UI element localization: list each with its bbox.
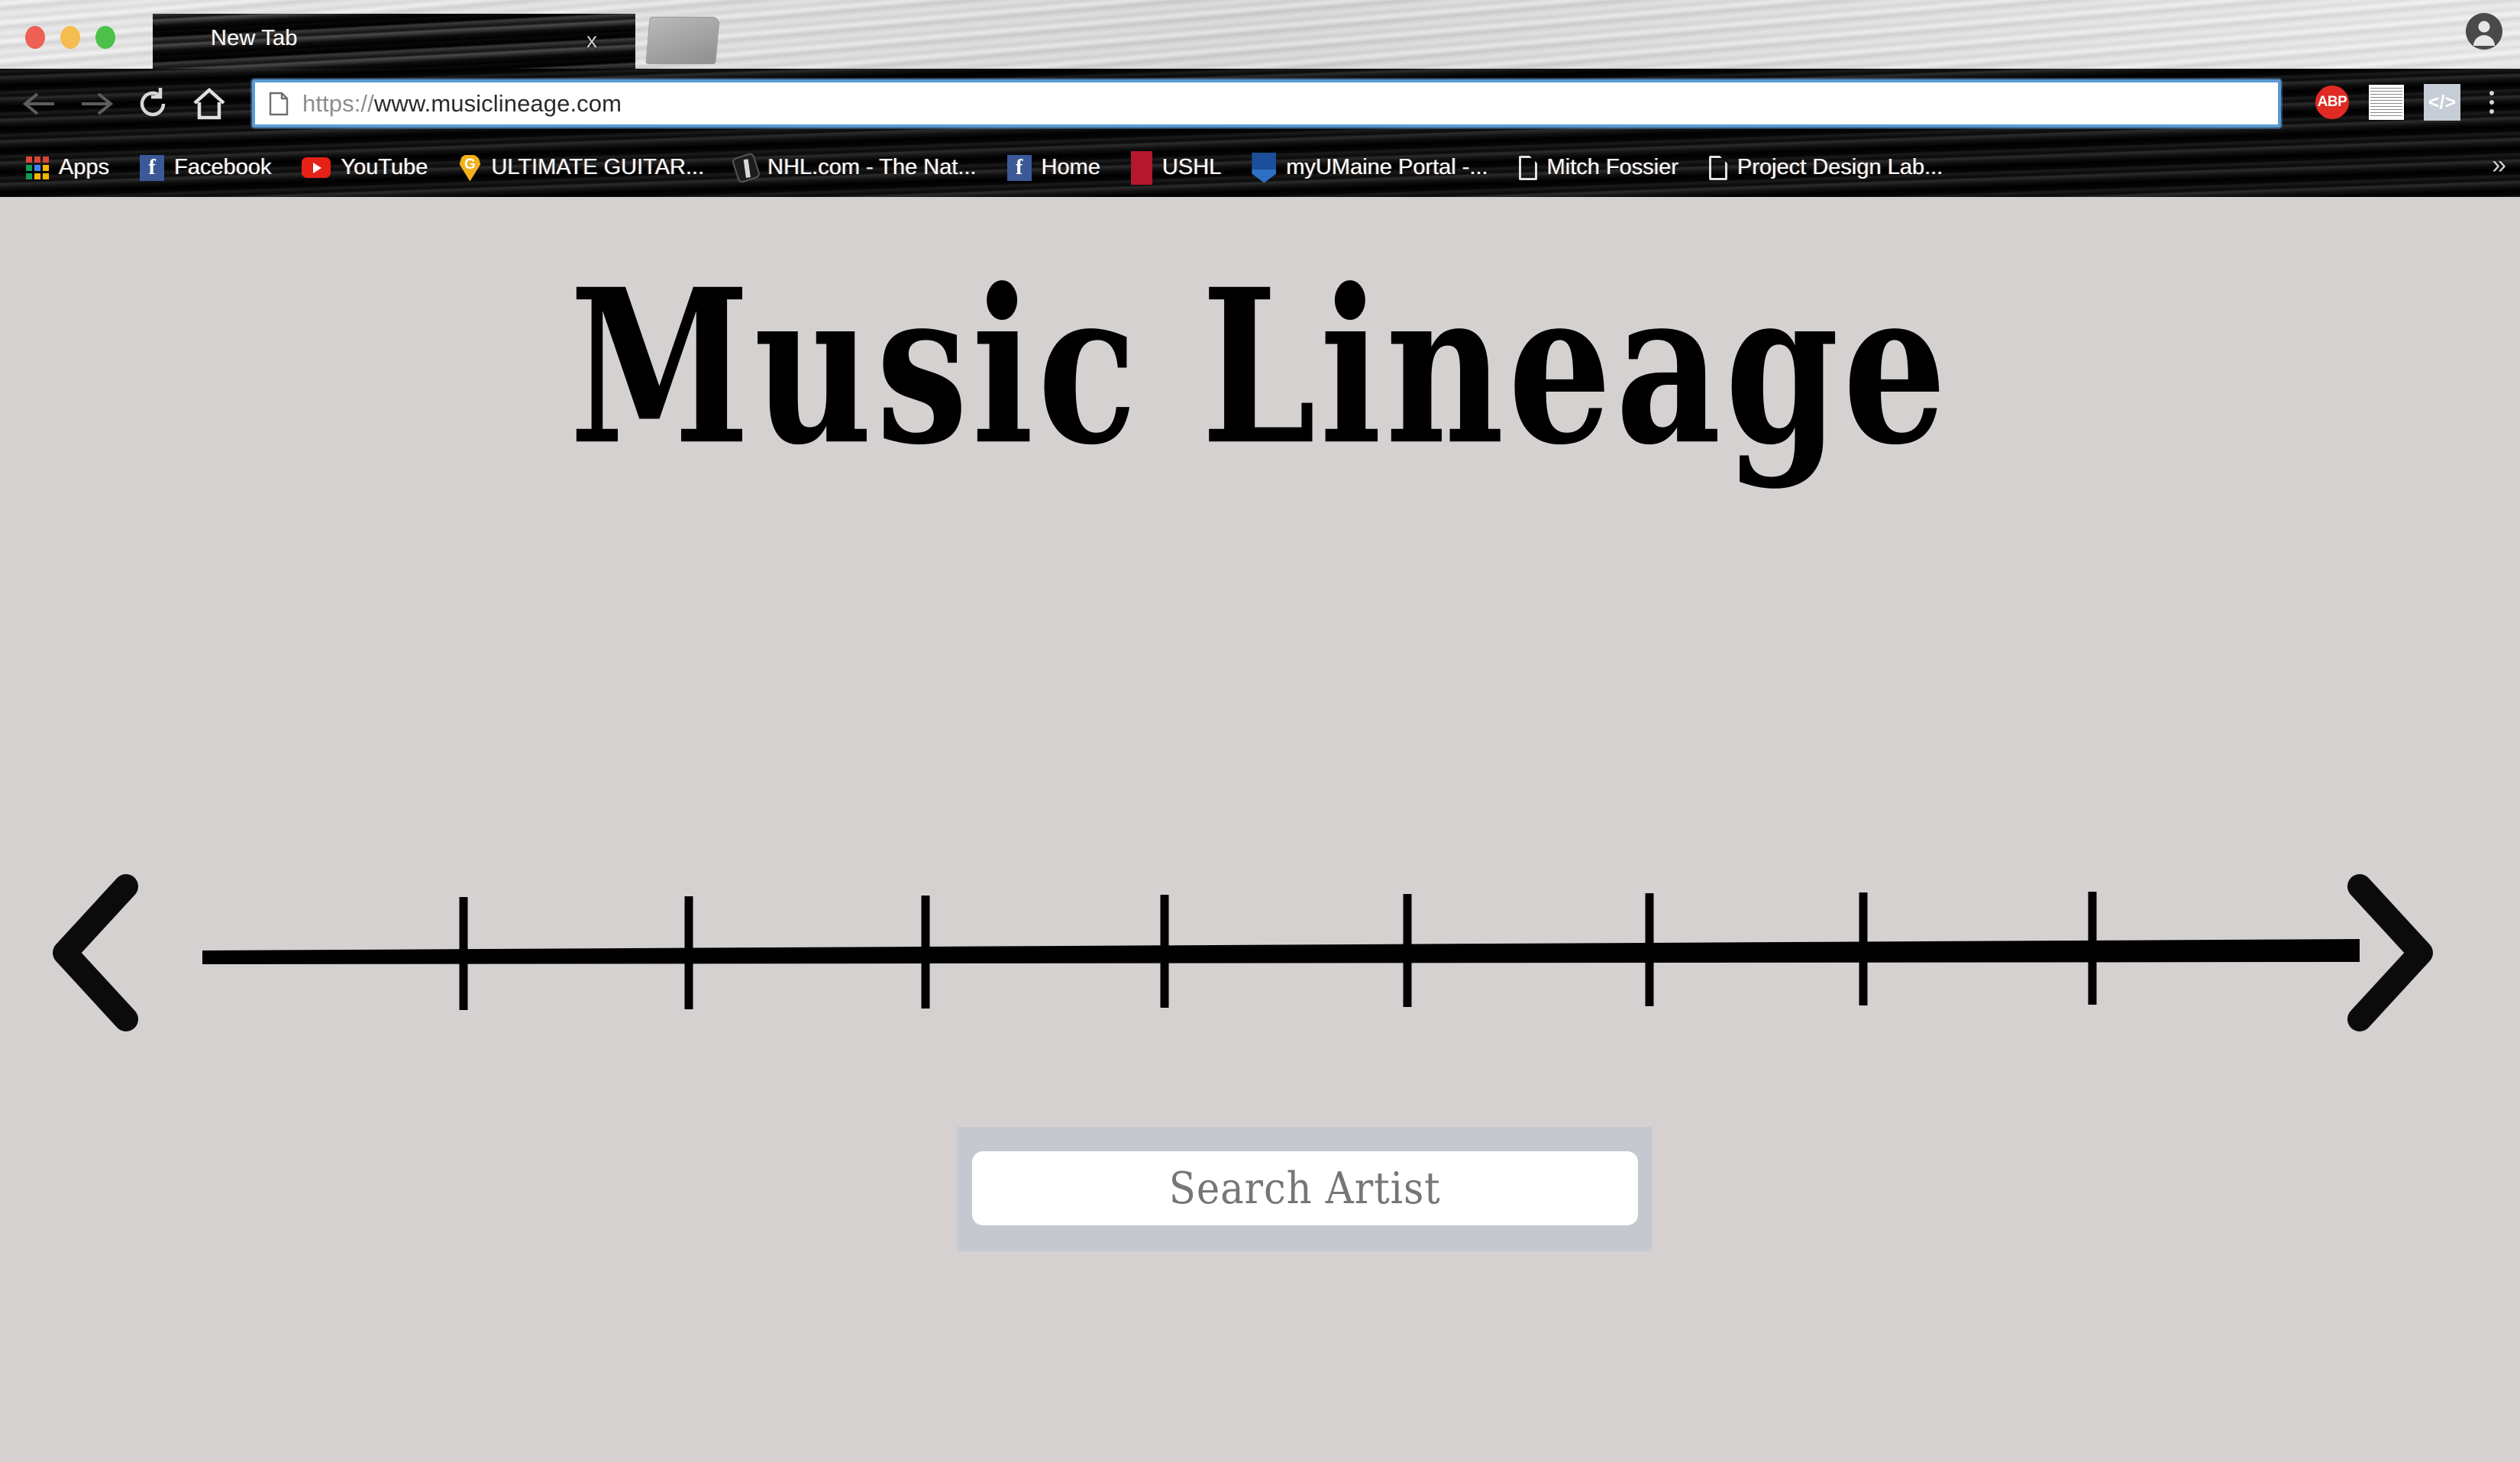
navigation-buttons xyxy=(20,86,229,122)
window-minimize-button[interactable] xyxy=(60,26,80,49)
bookmark-mitch-fossier[interactable]: Mitch Fossier xyxy=(1504,147,1694,189)
code-extension-icon[interactable]: </> xyxy=(2424,84,2460,121)
tab-close-icon[interactable]: x xyxy=(586,28,597,53)
forward-arrow-icon[interactable] xyxy=(76,86,116,122)
bookmark-ultimate-guitar[interactable]: G ULTIMATE GUITAR... xyxy=(443,147,719,189)
timeline-navigator xyxy=(0,857,2520,1056)
nhl-puck-icon xyxy=(731,151,761,184)
bookmark-ushl[interactable]: USHL xyxy=(1116,147,1236,189)
bookmark-youtube[interactable]: YouTube xyxy=(286,147,443,189)
search-input[interactable]: Search Artist xyxy=(972,1151,1638,1225)
back-arrow-icon[interactable] xyxy=(20,86,60,122)
apps-grid-icon xyxy=(26,156,49,179)
page-document-icon xyxy=(1709,155,1728,180)
bookmark-label: YouTube xyxy=(341,155,428,179)
guitar-pick-icon: G xyxy=(459,154,481,182)
browser-toolbar: https://www.musiclineage.com ABP </> xyxy=(0,69,2520,138)
url-scheme: https:// xyxy=(302,89,374,117)
address-bar[interactable]: https://www.musiclineage.com xyxy=(252,79,2281,127)
bookmark-label: Mitch Fossier xyxy=(1546,155,1679,179)
bookmark-project-design-lab[interactable]: Project Design Lab... xyxy=(1694,147,1958,189)
bookmark-label: myUMaine Portal -... xyxy=(1286,155,1488,179)
bookmark-myumaine-portal[interactable]: myUMaine Portal -... xyxy=(1236,147,1503,189)
page-document-icon xyxy=(1518,155,1537,180)
timeline-prev-icon xyxy=(53,874,138,1031)
search-placeholder: Search Artist xyxy=(1169,1163,1441,1214)
chrome-menu-icon[interactable] xyxy=(2480,91,2503,114)
umaine-shield-icon xyxy=(1252,152,1277,183)
page-title: Music Lineage xyxy=(569,243,1951,492)
tab-title: New Tab xyxy=(211,26,298,50)
facebook-icon: f xyxy=(1006,154,1032,181)
reload-icon[interactable] xyxy=(133,86,173,122)
bookmark-label: USHL xyxy=(1161,155,1222,179)
adblock-plus-icon[interactable]: ABP xyxy=(2315,86,2349,119)
home-icon[interactable] xyxy=(189,86,229,122)
bookmark-facebook[interactable]: f Facebook xyxy=(124,147,286,189)
bookmark-home[interactable]: f Home xyxy=(992,147,1116,189)
bookmark-label: NHL.com - The Nat... xyxy=(767,155,977,179)
tab-strip: New Tab x xyxy=(0,0,2520,69)
new-tab-button[interactable] xyxy=(645,17,720,64)
bookmark-apps[interactable]: Apps xyxy=(11,147,124,189)
image-extension-icon[interactable] xyxy=(2369,85,2404,120)
youtube-icon xyxy=(302,157,331,178)
bookmark-label: Project Design Lab... xyxy=(1737,155,1943,179)
search-artist-container: Search Artist xyxy=(957,1127,1652,1251)
page-document-icon xyxy=(269,92,289,115)
bookmark-label: Apps xyxy=(59,155,110,179)
toolbar-extension-actions: ABP </> xyxy=(2315,84,2503,121)
window-maximize-button[interactable] xyxy=(95,26,115,49)
bookmarks-overflow-icon[interactable]: » xyxy=(2492,150,2506,180)
account-avatar-icon[interactable] xyxy=(2463,11,2505,52)
window-close-button[interactable] xyxy=(25,26,45,49)
browser-chrome: New Tab x https://www.musiclineage.com A… xyxy=(0,0,2520,197)
bookmark-label: ULTIMATE GUITAR... xyxy=(491,155,705,179)
facebook-icon: f xyxy=(140,154,165,181)
bookmark-nhl[interactable]: NHL.com - The Nat... xyxy=(719,147,991,189)
ushl-icon xyxy=(1130,150,1152,185)
bookmark-label: Facebook xyxy=(174,155,272,179)
timeline-next-icon xyxy=(2347,874,2433,1031)
page-content: Music Lineage Search Artist xyxy=(0,197,2520,1462)
bookmarks-bar: Apps f Facebook YouTube G ULTIMATE GUITA… xyxy=(0,138,2520,197)
timeline-axis xyxy=(202,939,2360,964)
bookmark-label: Home xyxy=(1041,155,1100,179)
url-host: www.musiclineage.com xyxy=(373,89,622,117)
address-bar-url: https://www.musiclineage.com xyxy=(302,90,622,118)
browser-tab[interactable]: New Tab x xyxy=(153,14,635,69)
window-controls xyxy=(25,26,115,49)
